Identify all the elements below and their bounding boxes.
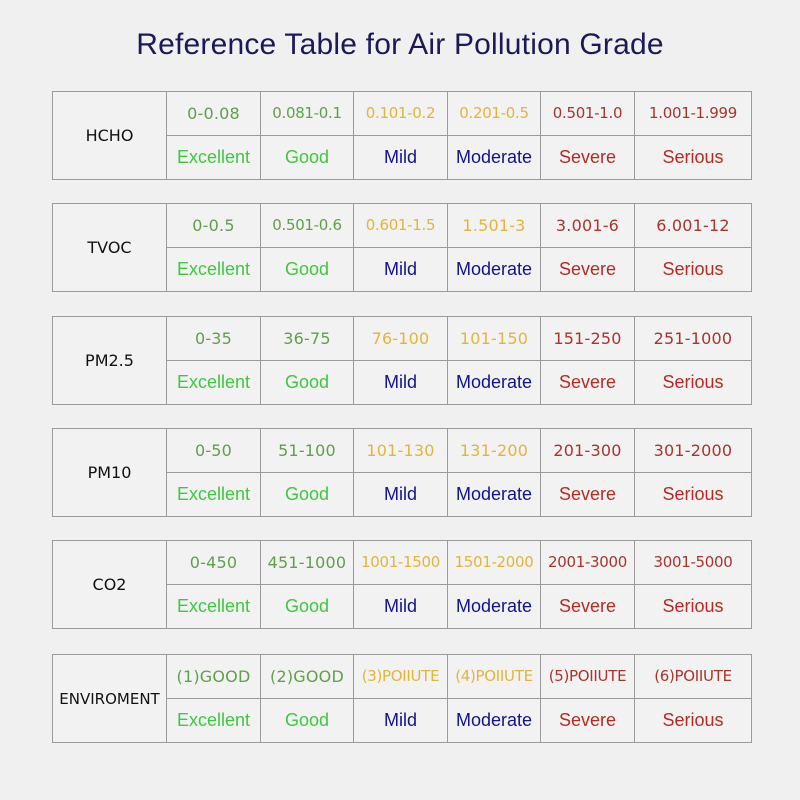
range-cell: 0-450 [167, 541, 261, 585]
grade-cell-good: Good [261, 472, 354, 516]
grade-table-enviroment: ENVIROMENT (1)GOOD (2)GOOD (3)POIIUTE (4)POI… [52, 654, 752, 743]
grade-cell-good: Good [261, 135, 354, 179]
grade-cell-severe: Severe [541, 472, 635, 516]
grade-cell-excellent: Excellent [167, 360, 261, 404]
pollutant-label: ENVIROMENT [53, 655, 167, 742]
range-cell: 451-1000 [261, 541, 354, 585]
range-cell: 0-35 [167, 317, 261, 361]
grade-cell-moderate: Moderate [448, 135, 541, 179]
range-cell: 0.081-0.1 [261, 92, 354, 136]
range-cell: 0.201-0.5 [448, 92, 541, 136]
range-cell: 101-150 [448, 317, 541, 361]
range-cell: 0.601-1.5 [354, 204, 448, 248]
grade-cell-serious: Serious [662, 709, 724, 730]
range-cell: (4)POIIUTE [448, 655, 541, 699]
grade-table-pm10: PM10 0-50 51-100 101-130 131-200 201-300 301-2… [52, 428, 752, 517]
range-cell: 301-2000 [635, 429, 751, 473]
range-cell: 1.501-3 [448, 204, 541, 248]
grade-cell-excellent: Excellent [167, 472, 261, 516]
page-title: Reference Table for Air Pollution Grade [136, 28, 664, 61]
pollutant-label: TVOC [53, 204, 167, 291]
grade-cell-moderate: Moderate [448, 360, 541, 404]
range-cell: 151-250 [541, 317, 635, 361]
range-cell: (3)POIIUTE [354, 655, 448, 699]
range-cell: 1.001-1.999 [635, 92, 751, 136]
grade-cell-serious: Serious [662, 258, 724, 279]
range-cell: 3.001-6 [541, 204, 635, 248]
pollutant-label: PM2.5 [53, 317, 167, 404]
grade-cell-excellent: Excellent [167, 584, 261, 628]
range-cell: 0-0.5 [167, 204, 261, 248]
range-cell: 36-75 [261, 317, 354, 361]
grade-cell-serious: Serious [662, 146, 724, 167]
grade-cell-moderate: Moderate [448, 584, 541, 628]
grade-cell-mild: Mild [354, 247, 448, 291]
range-cell: 0.501-1.0 [541, 92, 635, 136]
grade-cell-mild: Mild [354, 360, 448, 404]
range-cell: 76-100 [354, 317, 448, 361]
range-cell: 6.001-12 [635, 204, 751, 248]
range-cell: 131-200 [448, 429, 541, 473]
grade-cell-excellent: Excellent [167, 247, 261, 291]
grade-cell-severe: Severe [541, 135, 635, 179]
grade-cell-mild: Mild [354, 472, 448, 516]
grade-cell-excellent: Excellent [167, 698, 261, 742]
grade-cell-severe: Severe [541, 247, 635, 291]
range-cell: 0.501-0.6 [261, 204, 354, 248]
grade-cell-moderate: Moderate [448, 247, 541, 291]
grade-table-hcho: HCHO 0-0.08 0.081-0.1 0.101-0.2 0.201-0.5 0.5… [52, 91, 752, 180]
range-cell: 251-1000 [635, 317, 751, 361]
grade-cell-mild: Mild [354, 135, 448, 179]
grade-cell-severe: Severe [541, 360, 635, 404]
range-cell: 0-50 [167, 429, 261, 473]
range-cell: (1)GOOD [167, 655, 261, 699]
range-cell: (5)POIIUTE [541, 655, 635, 699]
range-cell: 51-100 [261, 429, 354, 473]
grade-cell-good: Good [261, 698, 354, 742]
range-cell: 201-300 [541, 429, 635, 473]
grade-table-co2: CO2 0-450 451-1000 1001-1500 1501-2000 2001-3… [52, 540, 752, 629]
pollutant-label: PM10 [53, 429, 167, 516]
range-cell: 0.101-0.2 [354, 92, 448, 136]
range-cell: 1001-1500 [354, 541, 448, 585]
grade-cell-good: Good [261, 584, 354, 628]
grade-cell-excellent: Excellent [167, 135, 261, 179]
grade-cell-mild: Mild [354, 698, 448, 742]
grade-cell-serious: Serious [662, 371, 724, 392]
range-cell: 1501-2000 [448, 541, 541, 585]
range-cell: 3001-5000 [635, 541, 751, 585]
range-cell: (2)GOOD [261, 655, 354, 699]
grade-cell-severe: Severe [541, 698, 635, 742]
range-cell: (6)POIIUTE [635, 655, 751, 699]
grade-cell-severe: Severe [541, 584, 635, 628]
grade-table-tvoc: TVOC 0-0.5 0.501-0.6 0.601-1.5 1.501-3 3.001-… [52, 203, 752, 292]
pollutant-label: CO2 [53, 541, 167, 628]
grade-cell-moderate: Moderate [448, 472, 541, 516]
grade-cell-serious: Serious [662, 595, 724, 616]
grade-cell-mild: Mild [354, 584, 448, 628]
pollutant-label: HCHO [53, 92, 167, 179]
range-cell: 101-130 [354, 429, 448, 473]
grade-cell-good: Good [261, 360, 354, 404]
grade-cell-moderate: Moderate [448, 698, 541, 742]
grade-cell-good: Good [261, 247, 354, 291]
range-cell: 2001-3000 [541, 541, 635, 585]
grade-table-pm25: PM2.5 0-35 36-75 76-100 101-150 151-250 251-10… [52, 316, 752, 405]
range-cell: 0-0.08 [167, 92, 261, 136]
grade-cell-serious: Serious [662, 483, 724, 504]
